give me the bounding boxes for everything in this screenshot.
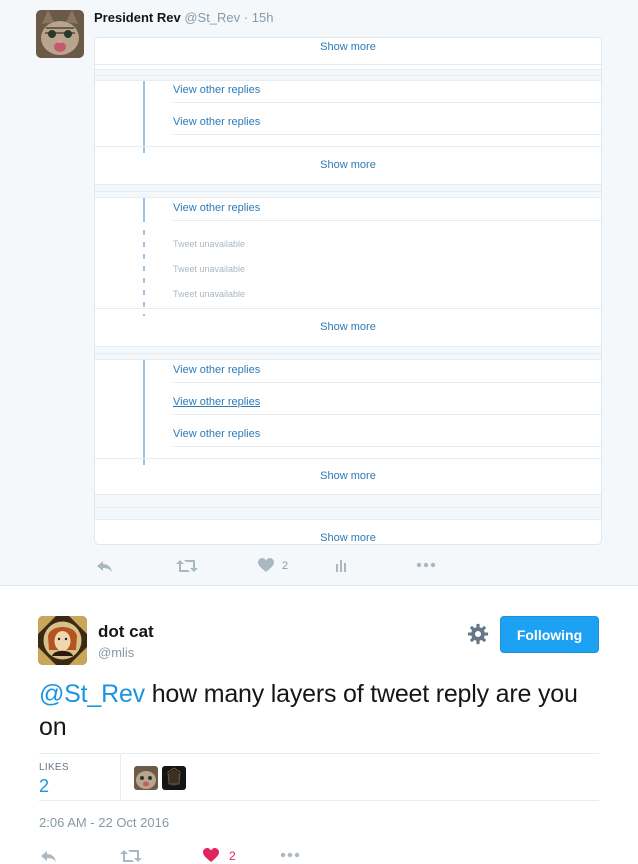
divider [95,308,601,309]
divider [95,146,601,147]
like-button[interactable]: 2 [258,558,288,573]
show-more-link[interactable]: Show more [95,321,601,333]
tweet-unavailable: Tweet unavailable [173,239,246,249]
thread-separator [95,346,601,360]
dot-cat-avatar[interactable] [38,616,87,665]
retweet-icon [176,560,198,572]
show-more-link[interactable]: Show more [95,41,601,53]
show-more-link[interactable]: Show more [95,532,601,544]
tweet-timestamp[interactable]: 2:06 AM - 22 Oct 2016 [39,815,169,830]
analytics-button[interactable] [335,558,349,572]
liker-avatar-cat[interactable] [134,766,158,790]
main-reply-button[interactable] [40,848,58,864]
likes-count[interactable]: 2 [39,776,49,797]
thread-separator [95,494,601,520]
main-author-name[interactable]: dot cat [98,622,154,642]
reply-tweet: President Rev @St_Rev · 15h Show more Vi… [0,0,638,586]
quoted-thread-card[interactable]: Show more View other replies View other … [94,37,602,545]
gear-icon[interactable] [467,623,489,645]
retweet-icon [120,850,142,862]
view-other-replies-link[interactable]: View other replies [173,202,601,221]
reply-button[interactable] [96,558,114,574]
separator-dot: · [243,10,249,25]
view-other-replies-link[interactable]: View other replies [173,84,601,103]
show-more-link[interactable]: Show more [95,470,601,482]
stats-divider [120,754,121,800]
mention-link[interactable]: @St_Rev [39,680,145,708]
author-name[interactable]: President Rev [94,10,181,25]
main-like-button[interactable]: 2 [203,848,236,863]
heart-icon [203,848,219,862]
thread-line [143,198,145,222]
heart-icon [258,558,274,572]
thread-separator [95,184,601,198]
main-more-button[interactable] [280,848,300,862]
retweet-button[interactable] [176,558,198,574]
more-button[interactable] [416,558,436,572]
president-rev-avatar[interactable] [36,10,84,58]
reply-author-line: President Rev @St_Rev · 15h [94,10,273,25]
tweet-time[interactable]: 15h [252,10,274,25]
reply-icon [41,851,56,862]
tweet-unavailable: Tweet unavailable [173,264,246,274]
tweet-unavailable: Tweet unavailable [173,289,246,299]
show-more-link[interactable]: Show more [95,159,601,171]
divider [95,64,601,65]
likes-label[interactable]: LIKES [39,762,69,773]
more-icon [280,852,300,858]
following-button[interactable]: Following [500,616,599,653]
thread-separator [95,69,601,81]
divider [95,458,601,459]
tweet-stats: LIKES 2 [39,753,599,801]
analytics-icon [336,560,346,572]
view-other-replies-link[interactable]: View other replies [173,428,601,447]
view-other-replies-link[interactable]: View other replies [173,364,601,383]
view-other-replies-link[interactable]: View other replies [173,396,601,415]
main-like-count: 2 [229,848,236,863]
main-author-handle[interactable]: @mlis [98,645,134,660]
more-icon [416,562,436,568]
like-count: 2 [282,559,289,572]
reply-icon [97,561,112,572]
main-retweet-button[interactable] [120,848,142,864]
thread-line [143,81,145,153]
tweet-text: @St_Rev how many layers of tweet reply a… [39,678,599,744]
liker-avatar-dark[interactable] [162,766,186,790]
thread-line-dashed [143,230,145,316]
view-other-replies-link[interactable]: View other replies [173,116,601,135]
author-handle[interactable]: @St_Rev [184,10,240,25]
thread-line [143,360,145,465]
